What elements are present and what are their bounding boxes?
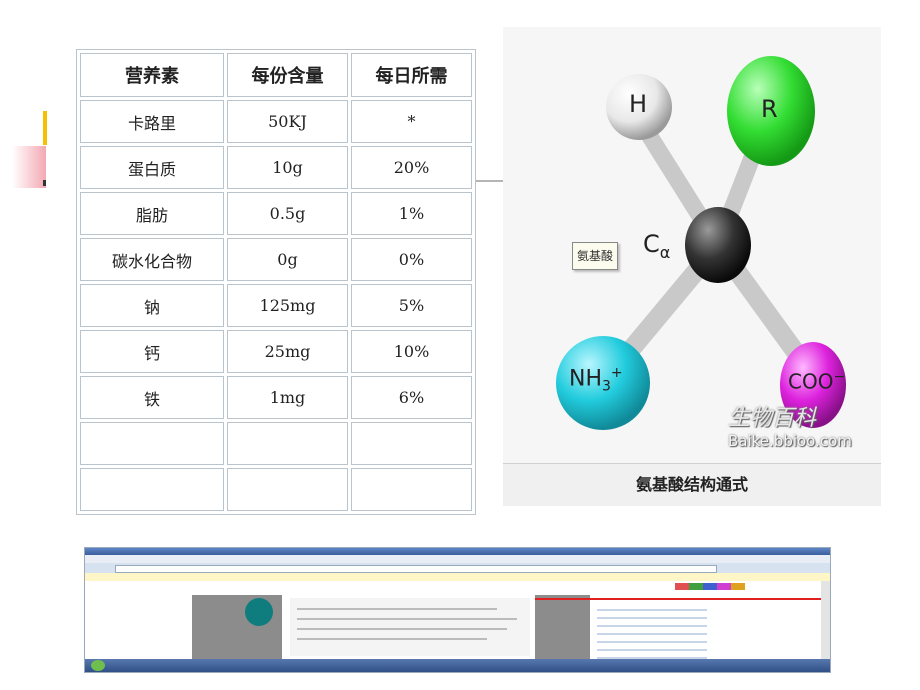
table-cell: * (351, 100, 472, 143)
table-cell (227, 422, 348, 465)
table-cell: 25mg (227, 330, 348, 373)
table-cell (227, 468, 348, 511)
table-cell: 6% (351, 376, 472, 419)
browser-infobar (85, 573, 830, 581)
label-coo: COO− (788, 369, 845, 394)
embedded-browser-screenshot (84, 547, 831, 673)
taskbar-start (91, 660, 105, 671)
page-doc-line (297, 638, 487, 640)
table-row: 铁 1mg 6% (80, 376, 472, 419)
table-row: 碳水化合物 0g 0% (80, 238, 472, 281)
molecule-svg (556, 56, 846, 430)
diagram-caption: 氨基酸结构通式 (503, 463, 881, 506)
table-cell: 0.5g (227, 192, 348, 235)
nutrition-table: 营养素 每份含量 每日所需 卡路里 50KJ * 蛋白质 10g 20% 脂肪 0.5g 1… (76, 49, 476, 515)
label-h: H (629, 90, 648, 118)
table-cell: 铁 (80, 376, 224, 419)
slide-accent-pink (12, 146, 46, 188)
table-cell (80, 468, 224, 511)
label-r: R (761, 95, 778, 123)
table-row: 钠 125mg 5% (80, 284, 472, 327)
browser-menubar (85, 555, 830, 563)
table-cell: 脂肪 (80, 192, 224, 235)
table-row (80, 468, 472, 511)
table-cell: 50KJ (227, 100, 348, 143)
label-n-sub: 3 (602, 378, 611, 395)
page-doc-area (290, 598, 530, 656)
label-n: NH3+ (569, 365, 623, 395)
browser-titlebar (85, 548, 830, 555)
table-cell: 5% (351, 284, 472, 327)
label-n-main: NH (569, 366, 602, 392)
label-coo-sup: − (833, 369, 846, 385)
page-doc-line (297, 628, 507, 630)
page-right-gray (535, 595, 590, 659)
table-cell (80, 422, 224, 465)
connector-line (476, 180, 504, 182)
page-side-tabs (675, 583, 745, 590)
page-sidebar (597, 603, 707, 659)
table-cell: 0g (227, 238, 348, 281)
browser-addressbar (115, 565, 717, 573)
table-cell (351, 422, 472, 465)
label-c: Cα (643, 230, 670, 262)
page-red-line (535, 598, 825, 600)
table-cell: 1mg (227, 376, 348, 419)
table-row: 脂肪 0.5g 1% (80, 192, 472, 235)
header-daily-value: 每日所需 (351, 53, 472, 97)
watermark-text: 生物百科 (728, 406, 817, 431)
table-cell: 125mg (227, 284, 348, 327)
table-cell: 20% (351, 146, 472, 189)
slide-accent-dot (43, 180, 46, 186)
table-header-row: 营养素 每份含量 每日所需 (80, 53, 472, 97)
table-cell: 0% (351, 238, 472, 281)
table-row (80, 422, 472, 465)
table-cell: 10% (351, 330, 472, 373)
table-row: 钙 25mg 10% (80, 330, 472, 373)
table-cell: 碳水化合物 (80, 238, 224, 281)
table-cell: 蛋白质 (80, 146, 224, 189)
atom-c (685, 207, 751, 283)
table-cell: 10g (227, 146, 348, 189)
table-cell: 钙 (80, 330, 224, 373)
taskbar (85, 659, 830, 672)
page-doc-line (297, 618, 517, 620)
header-per-serving: 每份含量 (227, 53, 348, 97)
table-cell (351, 468, 472, 511)
label-c-main: C (643, 230, 660, 258)
browser-scrollbar (821, 581, 830, 659)
table-row: 蛋白质 10g 20% (80, 146, 472, 189)
table-cell: 卡路里 (80, 100, 224, 143)
label-c-sub: α (659, 242, 671, 262)
label-n-sup: + (610, 365, 623, 381)
label-coo-main: COO (788, 369, 834, 394)
table-cell: 钠 (80, 284, 224, 327)
amino-acid-tag: 氨基酸 (572, 242, 618, 270)
page-doc-line (297, 608, 497, 610)
table-row: 卡路里 50KJ * (80, 100, 472, 143)
slide-accent-yellow (43, 111, 47, 145)
watermark-url: Baike.bbioo.com (728, 432, 852, 450)
header-nutrient: 营养素 (80, 53, 224, 97)
table-cell: 1% (351, 192, 472, 235)
page-teal-shape (245, 598, 273, 626)
